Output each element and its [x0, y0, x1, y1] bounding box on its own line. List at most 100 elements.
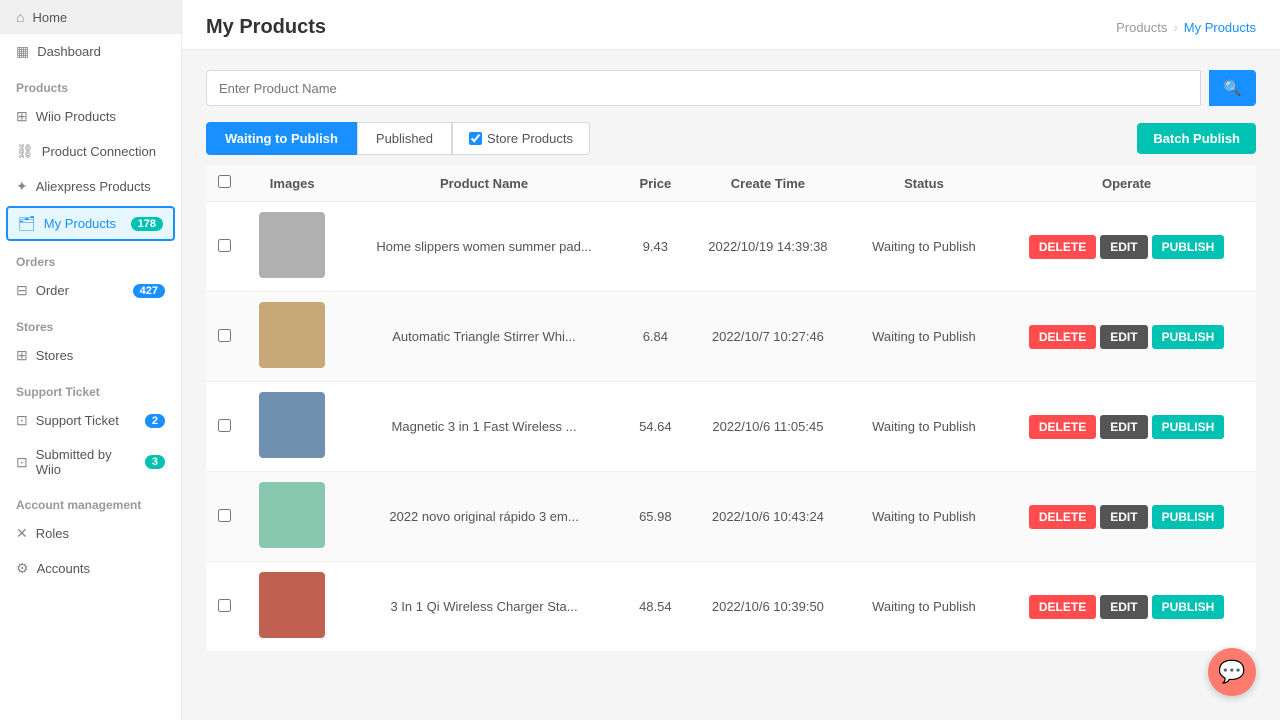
tabs-row: Waiting to Publish Published Store Produ…	[206, 122, 1256, 155]
sidebar-section-support: Support Ticket	[0, 373, 181, 403]
row-operate: DELETE EDIT PUBLISH	[997, 292, 1256, 382]
stores-icon: ⊞	[16, 347, 28, 364]
main-content: 🔍 Waiting to Publish Published Store Pro…	[182, 50, 1280, 720]
operate-buttons: DELETE EDIT PUBLISH	[1005, 325, 1248, 349]
row-create-time: 2022/10/7 10:27:46	[685, 292, 851, 382]
row-price: 54.64	[626, 382, 685, 472]
main-header: My Products Products › My Products	[182, 0, 1280, 50]
row-select-checkbox[interactable]	[218, 419, 231, 432]
edit-button[interactable]: EDIT	[1100, 415, 1147, 439]
edit-button[interactable]: EDIT	[1100, 235, 1147, 259]
row-select-checkbox[interactable]	[218, 329, 231, 342]
row-operate: DELETE EDIT PUBLISH	[997, 562, 1256, 652]
my-products-badge: 178	[131, 217, 163, 231]
sidebar-item-stores[interactable]: ⊞ Stores	[0, 338, 181, 373]
sidebar-item-dashboard[interactable]: ▦ Dashboard	[0, 34, 181, 69]
row-create-time: 2022/10/19 14:39:38	[685, 202, 851, 292]
batch-publish-button[interactable]: Batch Publish	[1137, 123, 1256, 154]
sidebar-item-aliexpress[interactable]: ✦ Aliexpress Products	[0, 169, 181, 204]
search-button[interactable]: 🔍	[1209, 70, 1256, 106]
product-image	[259, 392, 325, 458]
sidebar-item-accounts[interactable]: ⚙ Accounts	[0, 551, 181, 586]
row-image	[242, 202, 342, 292]
publish-button[interactable]: PUBLISH	[1152, 505, 1225, 529]
operate-buttons: DELETE EDIT PUBLISH	[1005, 415, 1248, 439]
sidebar-item-product-connection[interactable]: ⛓ Product Connection	[0, 134, 181, 169]
sidebar-item-support-ticket[interactable]: ⊡ Support Ticket 2	[0, 403, 181, 438]
sidebar-item-my-products[interactable]: 🗂 My Products 178	[6, 206, 175, 241]
col-price: Price	[626, 165, 685, 202]
row-image	[242, 472, 342, 562]
sidebar-item-roles[interactable]: ✕ Roles	[0, 516, 181, 551]
row-product-name: 3 In 1 Qi Wireless Charger Sta...	[342, 562, 625, 652]
grid-icon: ⊞	[16, 108, 28, 125]
col-product-name: Product Name	[342, 165, 625, 202]
row-status: Waiting to Publish	[851, 472, 997, 562]
sidebar-order-label: Order	[36, 283, 69, 298]
sidebar-accounts-label: Accounts	[37, 561, 90, 576]
row-select-checkbox[interactable]	[218, 239, 231, 252]
sidebar-stores-label: Stores	[36, 348, 74, 363]
submitted-badge: 3	[145, 455, 165, 469]
sidebar-item-submitted-by-wiio[interactable]: ⊡ Submitted by Wiio 3	[0, 438, 181, 486]
publish-button[interactable]: PUBLISH	[1152, 595, 1225, 619]
sidebar-roles-label: Roles	[36, 526, 69, 541]
sidebar-submitted-label: Submitted by Wiio	[36, 447, 137, 477]
home-icon: ⌂	[16, 9, 24, 25]
link-icon: ⛓	[16, 143, 34, 160]
search-row: 🔍	[206, 70, 1256, 106]
sidebar-item-wiio-products[interactable]: ⊞ Wiio Products	[0, 99, 181, 134]
row-price: 6.84	[626, 292, 685, 382]
store-products-checkbox[interactable]	[469, 132, 482, 145]
tab-store-products[interactable]: Store Products	[452, 122, 590, 155]
row-price: 65.98	[626, 472, 685, 562]
table-row: Home slippers women summer pad... 9.43 2…	[206, 202, 1256, 292]
delete-button[interactable]: DELETE	[1029, 595, 1096, 619]
edit-button[interactable]: EDIT	[1100, 595, 1147, 619]
col-operate: Operate	[997, 165, 1256, 202]
page-title: My Products	[206, 16, 326, 39]
row-select-checkbox[interactable]	[218, 599, 231, 612]
sidebar-item-home[interactable]: ⌂ Home	[0, 0, 181, 34]
row-checkbox	[206, 382, 242, 472]
publish-button[interactable]: PUBLISH	[1152, 415, 1225, 439]
chat-bubble[interactable]: 💬	[1208, 648, 1256, 696]
publish-button[interactable]: PUBLISH	[1152, 235, 1225, 259]
accounts-icon: ⚙	[16, 560, 29, 577]
product-table: Images Product Name Price Create Time St…	[206, 165, 1256, 652]
row-operate: DELETE EDIT PUBLISH	[997, 472, 1256, 562]
edit-button[interactable]: EDIT	[1100, 325, 1147, 349]
delete-button[interactable]: DELETE	[1029, 325, 1096, 349]
myproducts-icon: 🗂	[18, 215, 36, 232]
sidebar-dashboard-label: Dashboard	[37, 44, 101, 59]
order-badge: 427	[133, 284, 165, 298]
edit-button[interactable]: EDIT	[1100, 505, 1147, 529]
row-operate: DELETE EDIT PUBLISH	[997, 382, 1256, 472]
row-price: 9.43	[626, 202, 685, 292]
select-all-checkbox[interactable]	[218, 175, 231, 188]
search-input[interactable]	[206, 70, 1201, 106]
tab-published[interactable]: Published	[357, 122, 452, 155]
row-product-name: Home slippers women summer pad...	[342, 202, 625, 292]
row-select-checkbox[interactable]	[218, 509, 231, 522]
row-price: 48.54	[626, 562, 685, 652]
sidebar-section-stores: Stores	[0, 308, 181, 338]
row-create-time: 2022/10/6 11:05:45	[685, 382, 851, 472]
sidebar-item-order[interactable]: ⊟ Order 427	[0, 273, 181, 308]
col-status: Status	[851, 165, 997, 202]
row-checkbox	[206, 562, 242, 652]
delete-button[interactable]: DELETE	[1029, 415, 1096, 439]
row-create-time: 2022/10/6 10:43:24	[685, 472, 851, 562]
sidebar-section-products: Products	[0, 69, 181, 99]
row-operate: DELETE EDIT PUBLISH	[997, 202, 1256, 292]
delete-button[interactable]: DELETE	[1029, 235, 1096, 259]
operate-buttons: DELETE EDIT PUBLISH	[1005, 505, 1248, 529]
tab-waiting-to-publish[interactable]: Waiting to Publish	[206, 122, 357, 155]
row-image	[242, 562, 342, 652]
row-create-time: 2022/10/6 10:39:50	[685, 562, 851, 652]
delete-button[interactable]: DELETE	[1029, 505, 1096, 529]
sidebar-connection-label: Product Connection	[42, 144, 156, 159]
publish-button[interactable]: PUBLISH	[1152, 325, 1225, 349]
row-status: Waiting to Publish	[851, 202, 997, 292]
product-image	[259, 302, 325, 368]
